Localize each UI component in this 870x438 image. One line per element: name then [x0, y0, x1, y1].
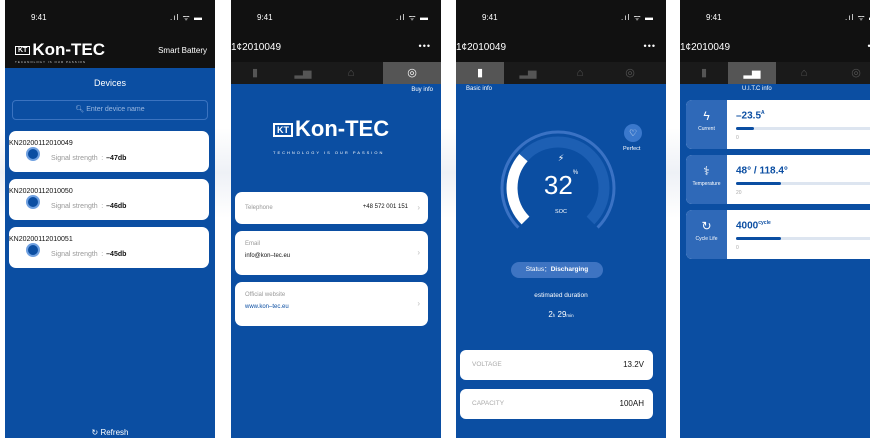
device-id: KN20200112010051: [9, 236, 73, 243]
app-title: Smart Battery: [158, 46, 207, 55]
tab-bar: ▮ ▂▅ ⌂ ◎: [231, 62, 441, 84]
current-value: –23.5A: [736, 110, 765, 122]
device-id: KN20200112010050: [9, 188, 73, 195]
bolt-icon: ⚡︎: [557, 153, 565, 163]
signal-strength: Signal strength : –47db: [51, 155, 127, 162]
device-card[interactable]: KN20200112010051 Signal strength : –45db: [9, 227, 209, 268]
cycle-life-bar: [736, 237, 870, 240]
bell-tab-icon[interactable]: ⌂: [327, 62, 375, 84]
capacity-value: 100AH: [619, 399, 644, 408]
battery-icon: [26, 147, 40, 161]
device-title: 1¢2010049: [231, 42, 282, 53]
device-title: 1¢2010049: [456, 42, 507, 53]
voltage-value: 13.2V: [623, 360, 644, 369]
signal-strength: Signal strength : –45db: [51, 251, 127, 258]
logo-tagline: TECHNOLOGY IS OUR PASSION: [15, 60, 87, 64]
signal-wifi-battery-icon: .ıl ᯤ ▬: [845, 13, 870, 22]
more-menu-icon[interactable]: •••: [419, 41, 431, 51]
website-value: www.kon–tec.eu: [245, 304, 289, 310]
chart-tab-icon[interactable]: ▂▅: [504, 62, 552, 84]
device-header: 1¢2010049 •••: [231, 34, 441, 62]
soc-value: 32%: [543, 170, 579, 200]
voltage-row: VOLTAGE 13.2V: [460, 350, 653, 380]
cycle-icon: ↻: [701, 219, 712, 233]
current-bar-fill: [736, 127, 754, 130]
device-title: 1¢2010049: [680, 42, 731, 53]
chevron-right-icon: ›: [417, 203, 420, 212]
bell-tab-icon[interactable]: ⌂: [780, 62, 828, 84]
chevron-right-icon: ›: [417, 248, 420, 257]
bolt-icon: ϟ: [703, 109, 710, 123]
health-status: Perfect: [623, 146, 641, 152]
device-card[interactable]: KN20200112010050 Signal strength : –46db: [9, 179, 209, 220]
chevron-right-icon: ›: [417, 299, 420, 308]
chart-tab-icon[interactable]: ▂▅: [728, 62, 776, 84]
email-value: info@kon–tec.eu: [245, 253, 291, 259]
email-row[interactable]: Email info@kon–tec.eu ›: [235, 231, 428, 275]
device-card[interactable]: KN20200112010049 Signal strength : –47db: [9, 131, 209, 172]
section-label: Basic info: [466, 86, 493, 92]
device-header: 1¢2010049 •••: [456, 34, 666, 62]
status-bar: 9:41 .ıl ᯤ ▬: [456, 0, 666, 34]
kontec-logo: KT Kon-TEC: [15, 40, 105, 60]
cycle-life-bar-fill: [736, 237, 781, 240]
thermometer-icon: ⚕: [703, 164, 710, 178]
search-input[interactable]: 🔍︎ Enter device name: [12, 100, 208, 120]
temperature-bar: [736, 182, 870, 185]
kontec-logo: KT Kon-TEC: [273, 116, 389, 142]
chart-tab-icon[interactable]: ▂▅: [279, 62, 327, 84]
signal-wifi-battery-icon: .ıl ᯤ ▬: [621, 13, 654, 22]
duration-value: 2h 29min: [548, 310, 574, 319]
temperature-bar-fill: [736, 182, 781, 185]
current-bar: [736, 127, 870, 130]
app-header: KT Kon-TEC TECHNOLOGY IS OUR PASSION Smar…: [5, 34, 215, 68]
battery-tab-icon[interactable]: ▮: [456, 62, 504, 84]
battery-tab-icon[interactable]: ▮: [680, 62, 728, 84]
devices-heading: Devices: [93, 78, 126, 88]
refresh-button[interactable]: ↻ Refresh: [5, 428, 215, 437]
heart-icon: ♡: [624, 124, 642, 142]
device-header: 1¢2010049 •••: [680, 34, 870, 62]
globe-tab-icon[interactable]: ◎: [383, 62, 441, 84]
battery-icon: [26, 195, 40, 209]
telephone-value: +48 572 001 151: [362, 204, 408, 210]
status-bar: 9:41 .ıl ᯤ ▬: [231, 0, 441, 34]
cycle-life-card: ↻Cycle Life 4000cycle 0 100: [686, 210, 870, 259]
globe-tab-icon[interactable]: ◎: [832, 62, 870, 84]
search-icon: 🔍︎: [75, 106, 85, 113]
status-bar: 9:41 .ıl ᯤ ▬: [680, 0, 870, 34]
temperature-card: ⚕Temperature 48° / 118.4° 20 80: [686, 155, 870, 204]
status-bar: 9:41 .ıl ᯤ ▬: [5, 0, 215, 34]
tab-bar: ▮ ▂▅ ⌂ ◎: [456, 62, 666, 84]
section-label: U.I.T.C info: [742, 86, 772, 92]
bell-tab-icon[interactable]: ⌂: [556, 62, 604, 84]
battery-icon: [26, 243, 40, 257]
more-menu-icon[interactable]: •••: [644, 41, 656, 51]
uitc-info-screen: 9:41 .ıl ᯤ ▬ 1¢2010049 ••• ▮ ▂▅ ⌂ ◎ U.I.…: [680, 0, 870, 438]
estimated-duration-label: estimated duration: [534, 292, 588, 299]
signal-wifi-battery-icon: .ıl ᯤ ▬: [170, 13, 203, 22]
temperature-value: 48° / 118.4°: [736, 165, 788, 177]
search-placeholder: Enter device name: [86, 106, 145, 113]
globe-tab-icon[interactable]: ◎: [606, 62, 654, 84]
basic-info-screen: 9:41 .ıl ᯤ ▬ 1¢2010049 ••• ▮ ▂▅ ⌂ ◎ Basi…: [456, 0, 666, 438]
logo-tagline: TECHNOLOGY IS OUR PASSION: [273, 150, 385, 155]
section-label: Buy info: [411, 87, 433, 93]
refresh-icon: ↻: [91, 428, 99, 437]
signal-strength: Signal strength : –46db: [51, 203, 127, 210]
current-card: ϟCurrent –23.5A 0 200: [686, 100, 870, 149]
website-row[interactable]: Official website www.kon–tec.eu ›: [235, 282, 428, 326]
cycle-life-value: 4000cycle: [736, 220, 771, 232]
device-id: KN20200112010049: [9, 140, 73, 147]
capacity-row: CAPACITY 100AH: [460, 389, 653, 419]
buy-info-screen: 9:41 .ıl ᯤ ▬ 1¢2010049 ••• ▮ ▂▅ ⌂ ◎ Buy …: [231, 0, 441, 438]
status-time: 9:41: [31, 13, 47, 22]
telephone-row[interactable]: Telephone +48 572 001 151 ›: [235, 192, 428, 224]
devices-screen: 9:41 .ıl ᯤ ▬ KT Kon-TEC TECHNOLOGY IS OUR…: [5, 0, 215, 438]
signal-wifi-battery-icon: .ıl ᯤ ▬: [396, 13, 429, 22]
battery-tab-icon[interactable]: ▮: [231, 62, 279, 84]
status-badge: Status：Discharging: [511, 262, 603, 278]
tab-bar: ▮ ▂▅ ⌂ ◎: [680, 62, 870, 84]
soc-label: SOC: [555, 209, 567, 215]
